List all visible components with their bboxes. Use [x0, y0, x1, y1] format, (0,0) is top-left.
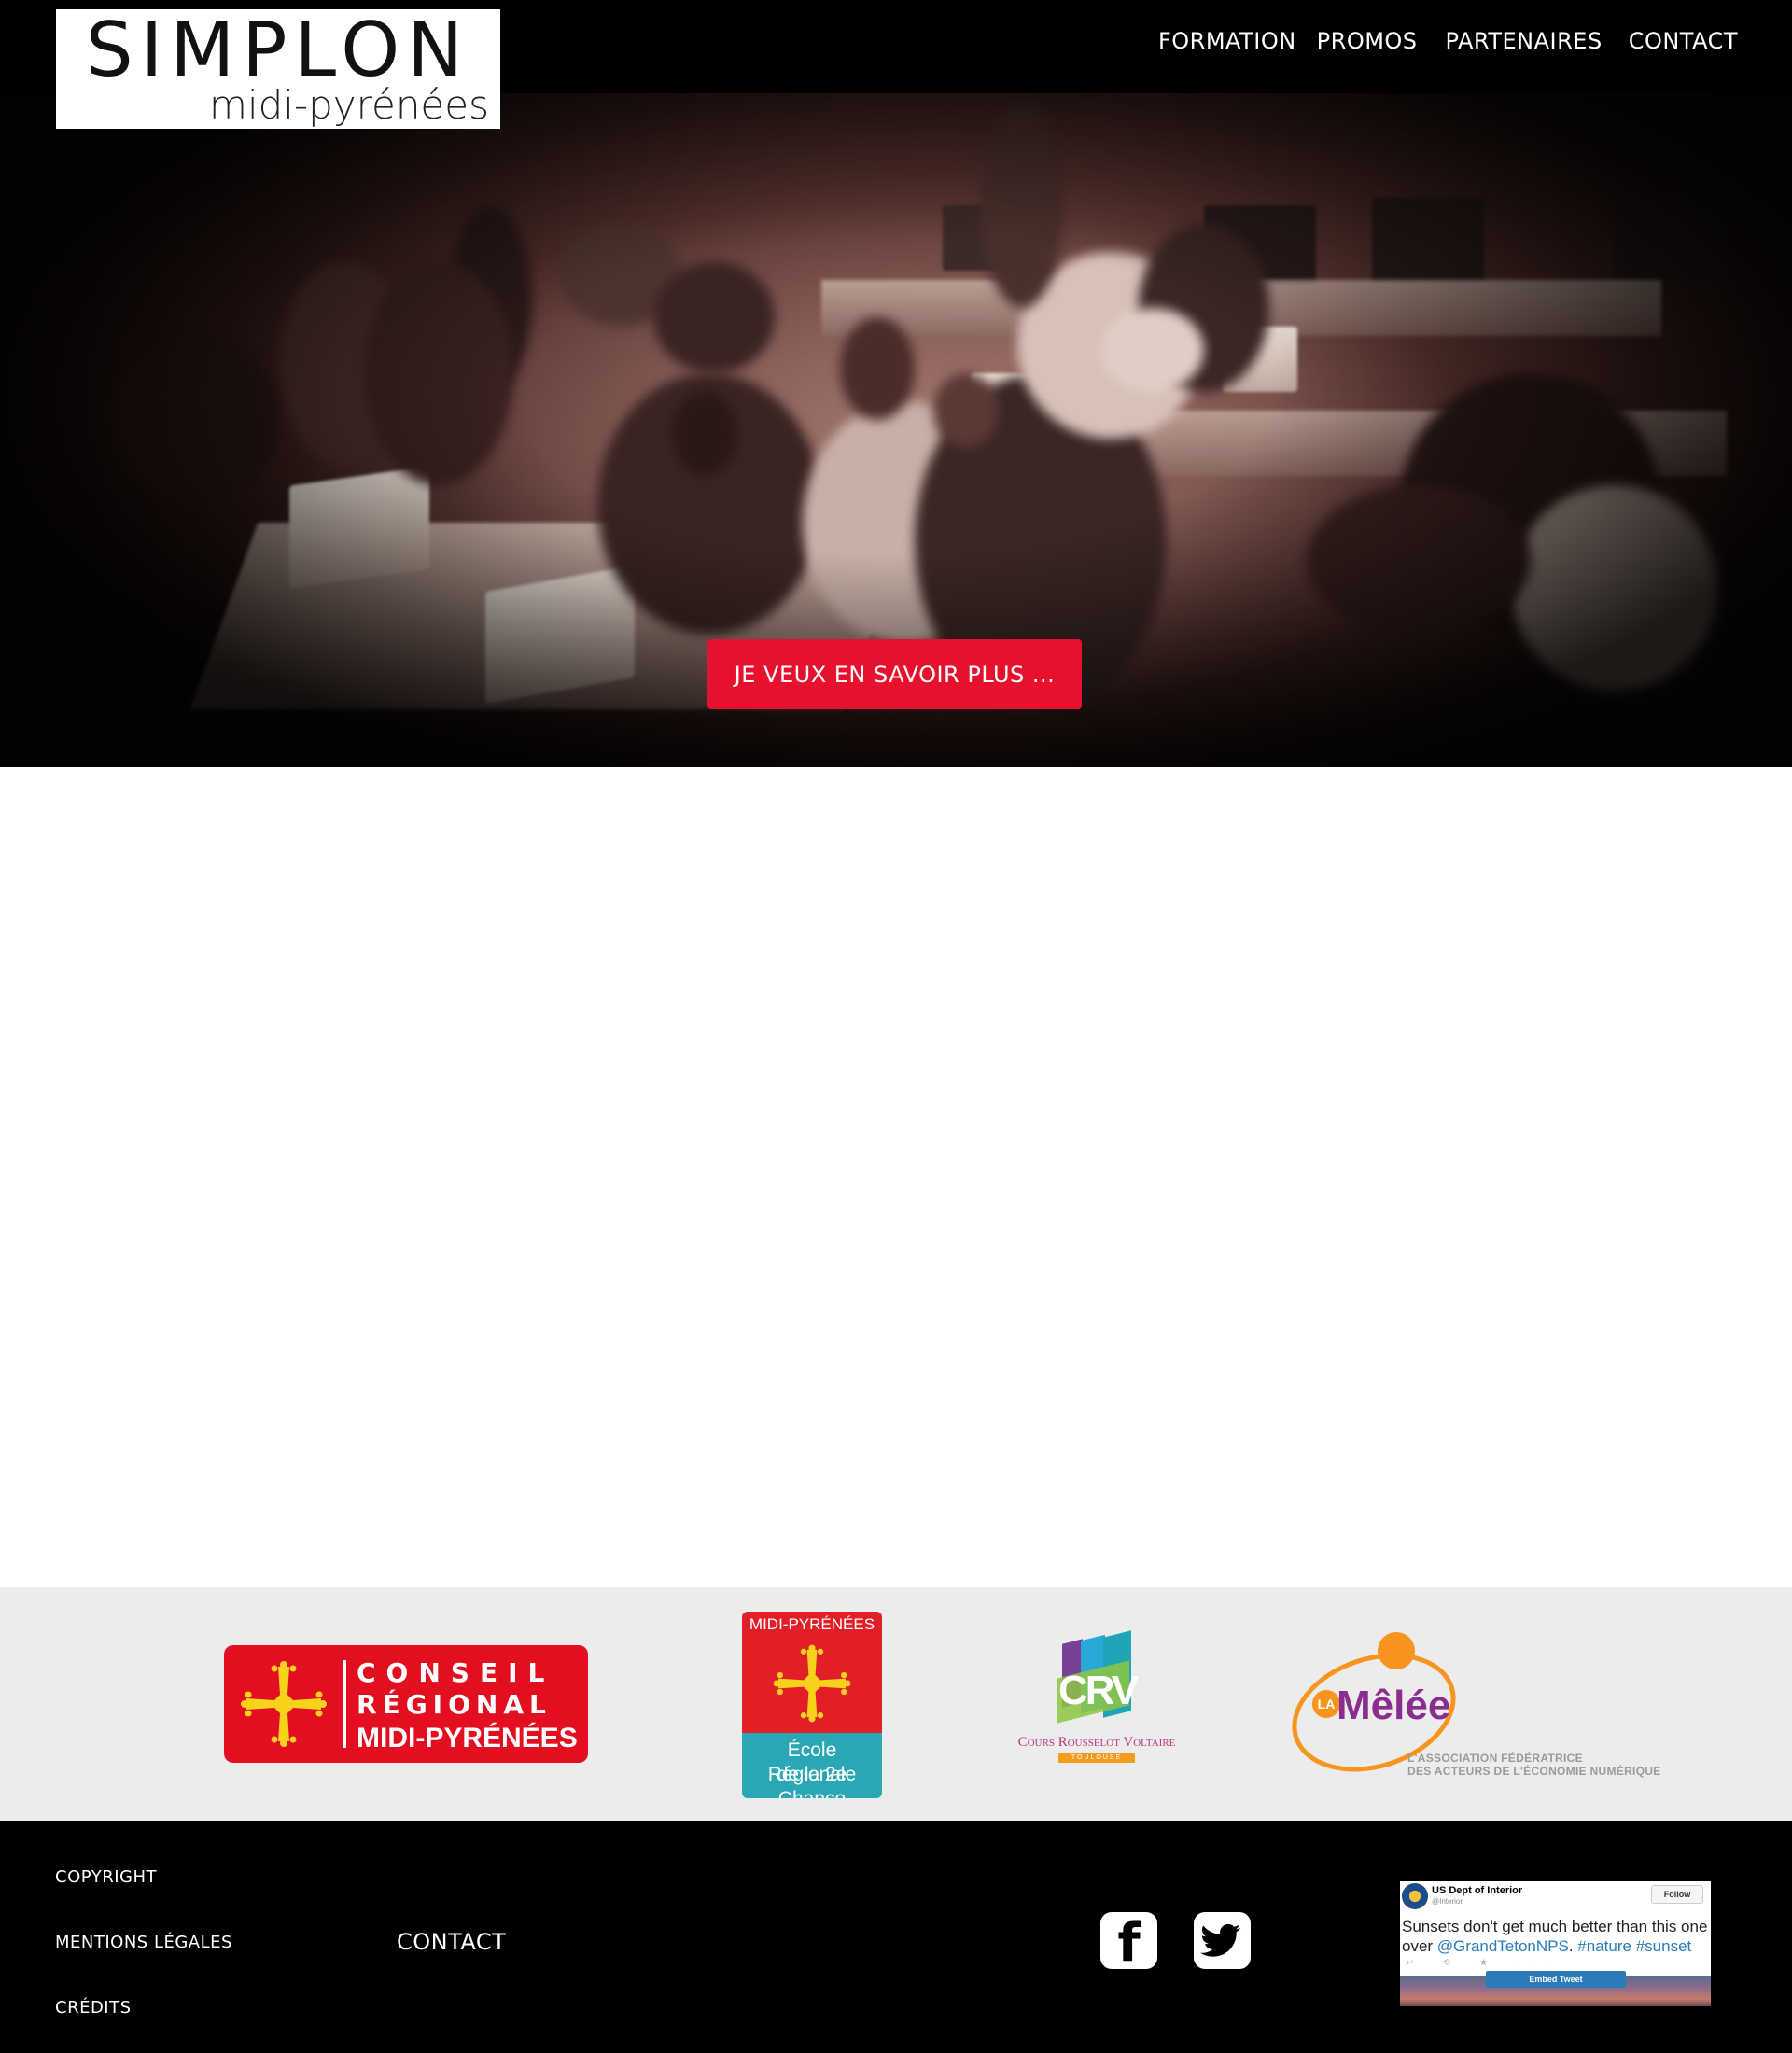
ecole-line2: de la 2e Chance — [777, 1764, 847, 1798]
conseil-line1: CONSEIL — [357, 1657, 555, 1688]
footer-copyright-link[interactable]: COPYRIGHT — [55, 1867, 157, 1887]
la-melee-logo[interactable]: LA Mêlée L'ASSOCIATION FÉDÉRATRICE DES A… — [1276, 1628, 1660, 1792]
main-nav: FORMATION PROMOS PARTENAIRES CONTACT — [1138, 28, 1738, 54]
footer-credits-link[interactable]: CRÉDITS — [55, 1998, 132, 2018]
twitter-icon[interactable] — [1194, 1912, 1251, 1969]
site-footer: COPYRIGHT MENTIONS LÉGALES CRÉDITS CONTA… — [0, 1821, 1792, 2053]
crv-city: TOULOUSE — [1058, 1753, 1135, 1763]
conseil-regional-logo[interactable]: CONSEIL RÉGIONAL MIDI-PYRÉNÉES — [224, 1645, 588, 1763]
tweet-text: Sunsets don't get much better than this … — [1402, 1918, 1708, 1955]
twitter-bird-icon — [1200, 1923, 1241, 1957]
tweet-avatar — [1402, 1883, 1428, 1909]
crv-name: Cours Rousselot Voltaire — [1017, 1735, 1176, 1750]
tweet-embed-button[interactable]: Embed Tweet — [1486, 1971, 1626, 1988]
partners-strip: CONSEIL RÉGIONAL MIDI-PYRÉNÉES MIDI-PYRÉ… — [0, 1587, 1792, 1821]
site-header: SIMPLON midi-pyrénées FORMATION PROMOS P… — [0, 0, 1792, 129]
ecole-header: MIDI-PYRÉNÉES — [749, 1615, 875, 1633]
occitan-cross-icon — [241, 1661, 327, 1747]
learn-more-button[interactable]: JE VEUX EN SAVOIR PLUS ... — [707, 639, 1082, 709]
melee-name: Mêlée — [1337, 1683, 1451, 1728]
tweet-hashtag-sunset[interactable]: #sunset — [1636, 1937, 1692, 1955]
embedded-tweet[interactable]: US Dept of Interior @Interior Follow Sun… — [1400, 1881, 1711, 2006]
nav-formation[interactable]: FORMATION — [1158, 28, 1296, 54]
tweet-follow-button[interactable]: Follow — [1651, 1885, 1703, 1904]
crv-logo[interactable]: CRV Cours Rousselot Voltaire TOULOUSE — [1008, 1630, 1185, 1781]
crv-letters: CRV — [1058, 1668, 1139, 1713]
ecole-2e-chance-logo[interactable]: MIDI-PYRÉNÉES École Régionale de la 2e C… — [742, 1612, 882, 1798]
melee-tagline-1: L'ASSOCIATION FÉDÉRATRICE — [1407, 1752, 1583, 1765]
melee-tagline-2: DES ACTEURS DE L'ÉCONOMIE NUMÉRIQUE — [1407, 1765, 1661, 1778]
logo-subtitle: midi-pyrénées — [209, 82, 489, 128]
tweet-actions[interactable]: ↩ ⟲ ★ ··· — [1406, 1958, 1565, 1968]
facebook-icon[interactable]: f — [1100, 1912, 1157, 1974]
tweet-author: US Dept of Interior — [1432, 1885, 1523, 1896]
tweet-hashtag-nature[interactable]: #nature — [1577, 1937, 1631, 1955]
occitan-cross-icon — [773, 1644, 851, 1723]
nav-promos[interactable]: PROMOS — [1317, 28, 1418, 54]
nav-contact[interactable]: CONTACT — [1629, 28, 1738, 54]
footer-contact-link[interactable]: CONTACT — [397, 1929, 506, 1955]
tweet-mention[interactable]: @GrandTetonNPS — [1437, 1937, 1569, 1955]
nav-partenaires[interactable]: PARTENAIRES — [1446, 28, 1603, 54]
hero-banner: JE VEUX EN SAVOIR PLUS ... — [0, 93, 1792, 767]
tweet-handle: @Interior — [1432, 1897, 1463, 1906]
conseil-line2: RÉGIONAL — [357, 1689, 552, 1720]
conseil-line3: MIDI-PYRÉNÉES — [357, 1723, 578, 1753]
simplon-logo[interactable]: SIMPLON midi-pyrénées — [56, 9, 500, 129]
logo-wordmark: SIMPLON — [85, 7, 471, 93]
footer-mentions-link[interactable]: MENTIONS LÉGALES — [55, 1933, 232, 1952]
